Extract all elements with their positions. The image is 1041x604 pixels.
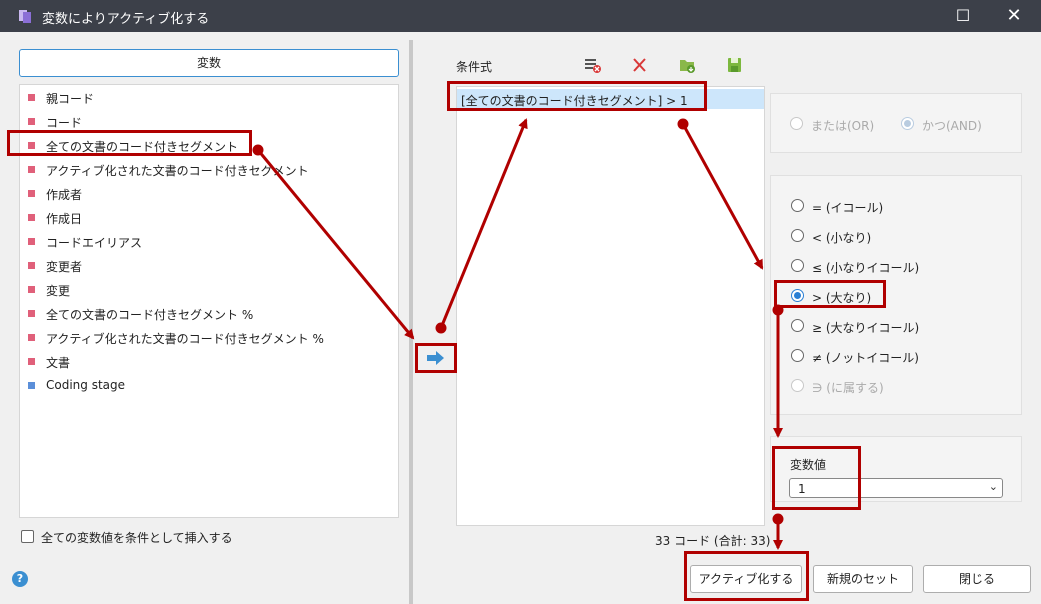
variable-color-icon	[28, 358, 35, 365]
logic-group: または(OR) かつ(AND)	[770, 93, 1022, 153]
arrow-start-dot	[435, 322, 447, 334]
variable-item[interactable]: アクティブ化された文書のコード付きセグメント %	[20, 325, 398, 349]
window-title: 変数によりアクティブ化する	[42, 12, 210, 27]
insert-all-checkbox[interactable]	[21, 530, 34, 543]
variable-item[interactable]: コード	[20, 109, 398, 133]
variable-item[interactable]: コードエイリアス	[20, 229, 398, 253]
variable-item[interactable]: 全ての文書のコード付きセグメント %	[20, 301, 398, 325]
radio-button[interactable]	[791, 379, 804, 392]
variable-item[interactable]: 作成日	[20, 205, 398, 229]
variable-color-icon	[28, 214, 35, 221]
radio-button[interactable]	[791, 319, 804, 332]
save-icon[interactable]	[726, 57, 744, 73]
radio-button[interactable]	[791, 289, 804, 302]
conditions-label: 条件式	[456, 60, 493, 74]
splitter[interactable]	[409, 40, 413, 560]
variable-color-icon	[28, 382, 35, 389]
variable-color-icon	[28, 238, 35, 245]
maximize-icon[interactable]: ☐	[951, 4, 975, 28]
close-button[interactable]: 閉じる	[923, 565, 1031, 593]
variable-color-icon	[28, 190, 35, 197]
variable-item[interactable]: アクティブ化された文書のコード付きセグメント	[20, 157, 398, 181]
title-bar: 変数によりアクティブ化する ☐ ✕	[0, 0, 1041, 32]
close-window-icon[interactable]: ✕	[1002, 4, 1026, 28]
open-folder-icon[interactable]	[679, 57, 697, 73]
variable-color-icon	[28, 262, 35, 269]
value-label: 変数値	[790, 458, 827, 472]
variable-color-icon	[28, 310, 35, 317]
variables-header[interactable]: 変数	[19, 49, 399, 77]
chevron-down-icon: ⌄	[988, 480, 998, 493]
help-icon[interactable]: ?	[12, 571, 28, 587]
arrow-start-dot	[772, 513, 784, 525]
variables-panel: 変数 親コード コード 全ての文書のコード付きセグメント アクティブ化された文書…	[0, 32, 410, 604]
clear-conditions-icon[interactable]	[584, 57, 602, 73]
variables-list: 親コード コード 全ての文書のコード付きセグメント アクティブ化された文書のコー…	[19, 84, 399, 518]
variable-item[interactable]: 変更	[20, 277, 398, 301]
value-select[interactable]: 1 ⌄	[789, 478, 1003, 498]
add-condition-arrow-icon[interactable]	[423, 348, 449, 368]
code-count: 33 コード (合計: 33)	[655, 534, 771, 548]
variable-color-icon	[28, 166, 35, 173]
radio-button[interactable]	[791, 259, 804, 272]
variable-item[interactable]: 作成者	[20, 181, 398, 205]
or-radio-button[interactable]	[790, 117, 803, 130]
variable-item[interactable]: 全ての文書のコード付きセグメント	[20, 133, 398, 157]
variable-color-icon	[28, 94, 35, 101]
variable-color-icon	[28, 118, 35, 125]
new-set-button[interactable]: 新規のセット	[813, 565, 913, 593]
and-radio-button[interactable]	[901, 117, 914, 130]
conditions-list: [全ての文書のコード付きセグメント] > 1	[456, 86, 765, 526]
app-icon	[19, 10, 31, 23]
radio-button[interactable]	[791, 349, 804, 362]
variable-item[interactable]: 文書	[20, 349, 398, 373]
delete-icon[interactable]	[631, 57, 649, 73]
variable-color-icon	[28, 286, 35, 293]
radio-button[interactable]	[791, 229, 804, 242]
variable-item[interactable]: Coding stage	[20, 373, 398, 397]
activate-button[interactable]: アクティブ化する	[690, 565, 802, 593]
condition-row[interactable]: [全ての文書のコード付きセグメント] > 1	[457, 89, 764, 109]
variable-item[interactable]: 親コード	[20, 85, 398, 109]
variable-color-icon	[28, 334, 35, 341]
radio-button[interactable]	[791, 199, 804, 212]
variable-item[interactable]: 変更者	[20, 253, 398, 277]
variable-color-icon	[28, 142, 35, 149]
splitter[interactable]	[409, 560, 413, 604]
operator-group: = (イコール) < (小なり) ≤ (小なりイコール) > (大なり) ≥ (…	[770, 175, 1022, 415]
